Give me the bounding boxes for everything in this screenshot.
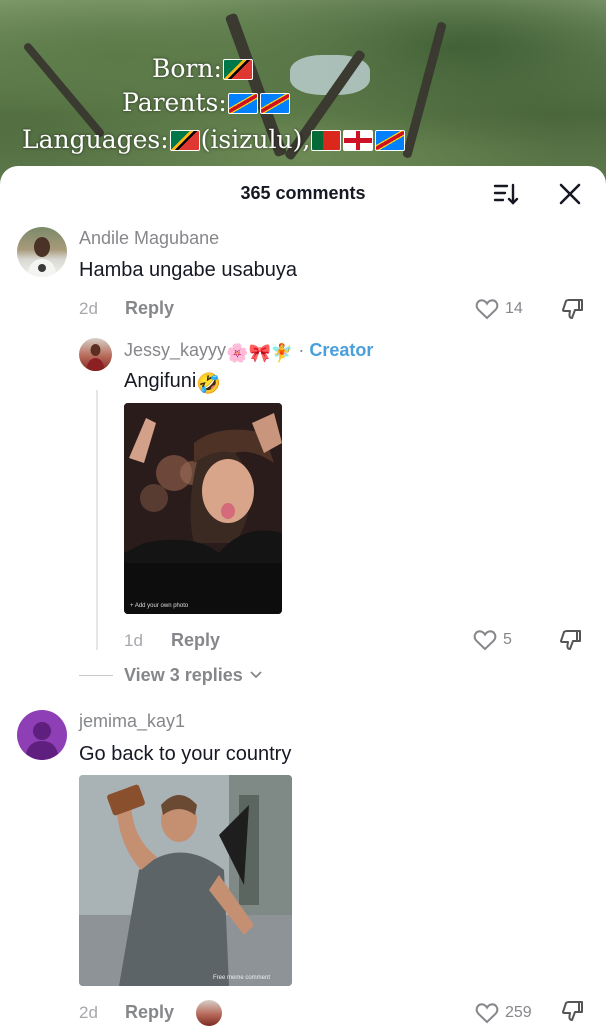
sheet-header: 365 comments xyxy=(0,166,606,222)
laughing-emoji-icon: 🤣 xyxy=(196,373,222,395)
parents-label: Parents: xyxy=(122,88,227,117)
language-zulu: (isizulu), xyxy=(200,125,311,154)
languages-label: Languages: xyxy=(22,125,169,154)
born-label: Born: xyxy=(152,54,222,83)
thread-line xyxy=(96,390,98,650)
tree-branch xyxy=(22,41,106,139)
video-background[interactable]: Born: Parents: Languages: (isizulu), xyxy=(0,0,606,190)
username-emojis: 🌸🎀🧚 xyxy=(226,343,294,363)
congo-flag-icon xyxy=(259,93,290,114)
reply-button[interactable]: Reply xyxy=(171,630,220,651)
like-count: 259 xyxy=(505,1004,532,1021)
south-africa-flag-icon xyxy=(169,130,200,151)
reply-text: Angifuni xyxy=(124,370,197,392)
person-icon xyxy=(27,237,57,277)
gif-caption: + Add your own photo xyxy=(130,603,189,609)
reply-button[interactable]: Reply xyxy=(125,1002,174,1023)
comment-text: Hamba ungabe usabuya xyxy=(79,259,297,281)
reply-timestamp: 1d xyxy=(124,631,143,650)
heart-icon[interactable] xyxy=(474,1000,500,1026)
close-icon[interactable] xyxy=(556,180,584,208)
heart-icon[interactable] xyxy=(474,296,500,322)
chevron-down-icon xyxy=(250,671,262,679)
creator-badge: Creator xyxy=(309,340,374,360)
portugal-flag-icon xyxy=(311,130,342,151)
reply-username-row: Jessy_kayyy🌸🎀🧚 · Creator xyxy=(124,340,373,364)
view-replies-button[interactable]: View 3 replies xyxy=(124,665,262,686)
comment-gif[interactable]: Free meme comment xyxy=(79,775,292,986)
comment-username[interactable]: Andile Magubane xyxy=(79,228,219,249)
south-africa-flag-icon xyxy=(222,59,253,80)
england-flag-icon xyxy=(343,130,374,151)
avatar[interactable] xyxy=(17,227,67,277)
dislike-icon[interactable] xyxy=(559,998,585,1024)
gif-image xyxy=(124,403,282,614)
comment-timestamp: 2d xyxy=(79,1003,98,1022)
sort-icon[interactable] xyxy=(492,180,520,208)
view-replies-divider xyxy=(79,675,113,676)
comment-text: Go back to your country xyxy=(79,743,292,765)
congo-flag-icon xyxy=(375,130,406,151)
congo-flag-icon xyxy=(227,93,258,114)
like-count: 5 xyxy=(503,631,512,648)
heart-icon[interactable] xyxy=(472,627,498,653)
view-replies-label: View 3 replies xyxy=(124,665,243,685)
comment-username[interactable]: jemima_kay1 xyxy=(79,711,185,732)
reply-text-row: Angifuni🤣 xyxy=(124,370,221,396)
reply-username[interactable]: Jessy_kayyy xyxy=(124,340,226,360)
creator-liked-avatar xyxy=(196,1000,222,1026)
dislike-icon[interactable] xyxy=(559,296,585,322)
gif-watermark: Free meme comment xyxy=(213,975,271,981)
avatar[interactable] xyxy=(17,710,67,760)
default-avatar-icon xyxy=(26,722,58,760)
like-count: 14 xyxy=(505,300,523,317)
comment-timestamp: 2d xyxy=(79,299,98,318)
reply-gif[interactable]: + Add your own photo xyxy=(124,403,282,614)
tree-branch xyxy=(402,21,447,159)
person-icon xyxy=(86,344,105,371)
separator-dot: · xyxy=(298,340,305,360)
gif-image xyxy=(79,775,292,986)
avatar[interactable] xyxy=(79,338,112,371)
dislike-icon[interactable] xyxy=(557,627,583,653)
reply-button[interactable]: Reply xyxy=(125,298,174,319)
